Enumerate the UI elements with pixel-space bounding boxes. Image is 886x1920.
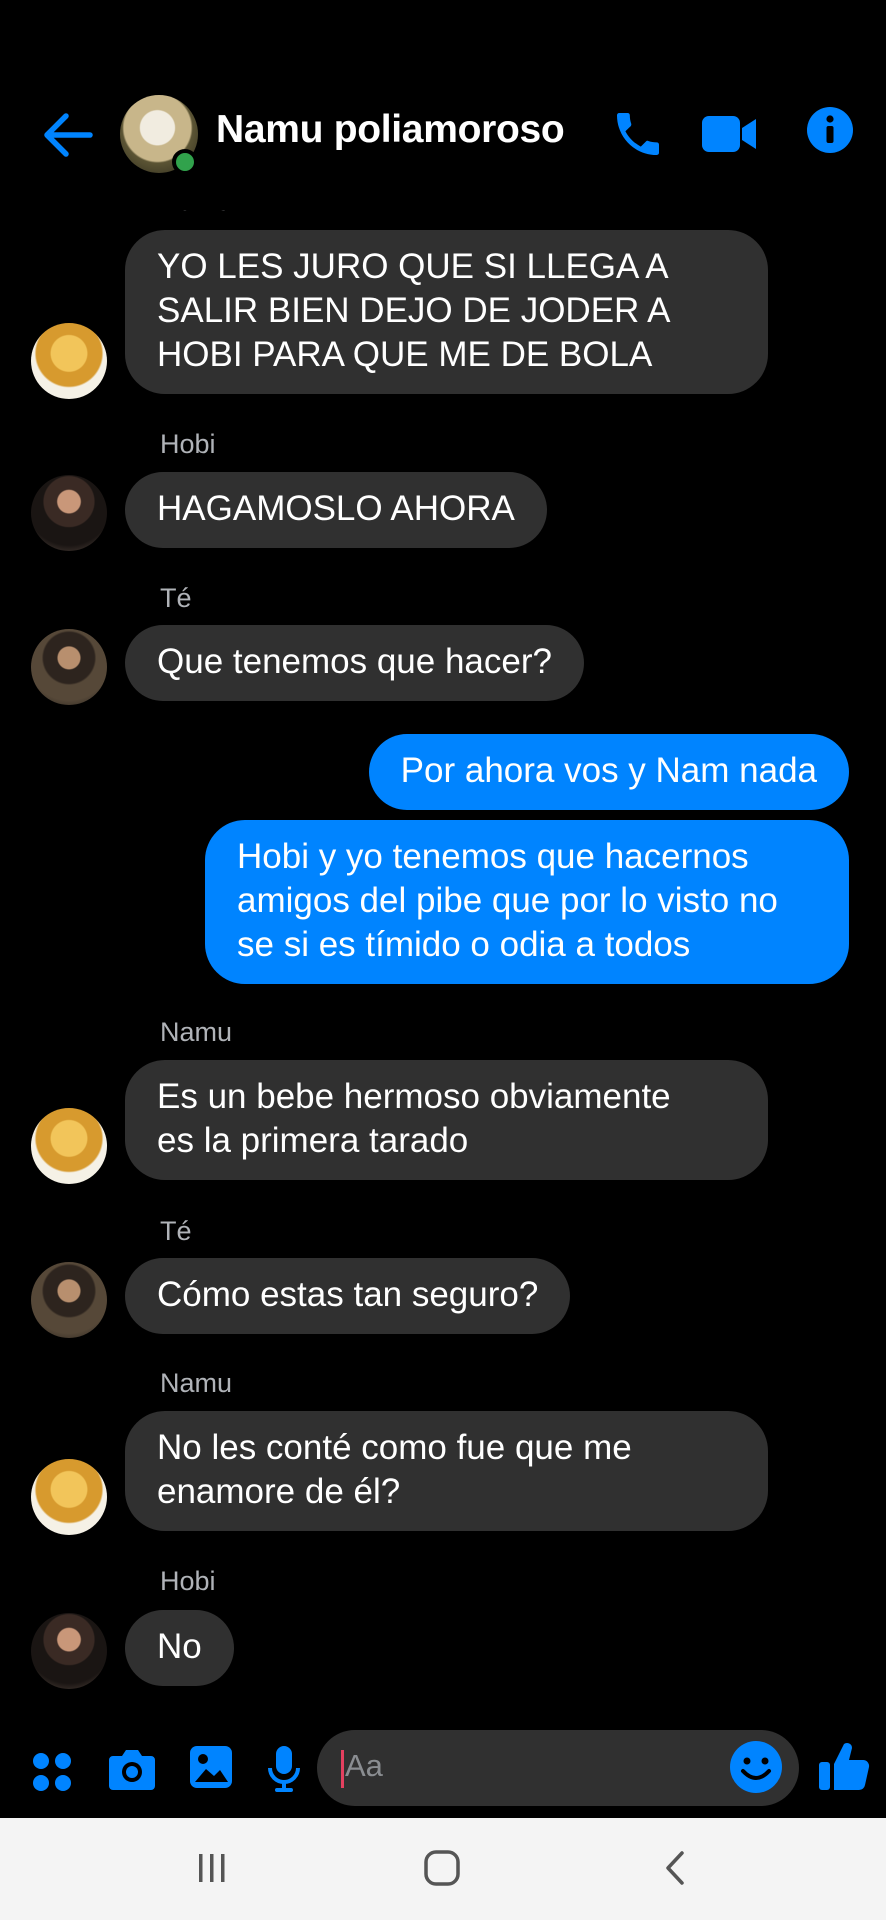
message-bubble-outgoing[interactable]: Por ahora vos y Nam nada bbox=[368, 734, 849, 810]
chat-title[interactable]: Namu poliamoroso bbox=[216, 108, 565, 152]
avatar-namu[interactable] bbox=[31, 1459, 107, 1535]
video-call-icon[interactable] bbox=[700, 110, 758, 158]
emoji-icon[interactable] bbox=[727, 1738, 785, 1801]
gallery-icon[interactable] bbox=[188, 1744, 234, 1795]
info-icon[interactable] bbox=[806, 106, 854, 154]
message-bubble-incoming[interactable]: Es un bebe hermoso obviamente es la prim… bbox=[125, 1060, 768, 1180]
sender-name: Hobi bbox=[160, 429, 216, 459]
message-input-placeholder: Aa bbox=[345, 1748, 383, 1783]
microphone-icon[interactable] bbox=[267, 1744, 301, 1799]
sender-name: Namu bbox=[160, 1368, 233, 1398]
sender-name: Té bbox=[160, 583, 192, 613]
avatar-namu[interactable] bbox=[31, 1108, 107, 1184]
message-bubble-incoming[interactable]: Cómo estas tan seguro? bbox=[125, 1258, 571, 1334]
camera-icon[interactable] bbox=[107, 1746, 157, 1797]
avatar-hobi[interactable] bbox=[31, 1613, 107, 1689]
sender-name: Namu bbox=[160, 1017, 233, 1047]
phone-call-icon[interactable] bbox=[610, 106, 666, 162]
message-bubble-incoming[interactable]: No les conté como fue que me enamore de … bbox=[125, 1411, 768, 1531]
chat-header: Namu poliamoroso bbox=[0, 0, 886, 210]
thumbs-up-icon[interactable] bbox=[816, 1738, 872, 1799]
avatar-hobi[interactable] bbox=[31, 475, 107, 551]
message-composer: Aa bbox=[0, 1720, 886, 1818]
message-bubble-outgoing[interactable]: Hobi y yo tenemos que hacernos amigos de… bbox=[205, 820, 849, 984]
message-bubble-incoming[interactable]: Que tenemos que hacer? bbox=[125, 625, 584, 701]
message-bubble-incoming[interactable]: YO LES JURO QUE SI LLEGA A SALIR BIEN DE… bbox=[125, 230, 768, 394]
back-icon[interactable] bbox=[656, 1848, 696, 1893]
recent-apps-icon[interactable] bbox=[192, 1848, 232, 1893]
sender-name: Hobi bbox=[160, 1566, 216, 1596]
apps-icon[interactable] bbox=[30, 1750, 74, 1799]
message-input[interactable]: Aa bbox=[317, 1730, 799, 1806]
system-nav-bar bbox=[0, 1818, 886, 1920]
back-arrow-icon[interactable] bbox=[40, 110, 94, 160]
online-status-indicator bbox=[172, 149, 198, 175]
message-bubble-incoming[interactable]: HAGAMOSLO AHORA bbox=[125, 472, 547, 548]
chat-thread: Namu YO LES JURO QUE SI LLEGA A SALIR BI… bbox=[0, 0, 886, 1720]
text-caret bbox=[341, 1750, 344, 1788]
sender-name: Té bbox=[160, 1216, 192, 1246]
avatar-te[interactable] bbox=[31, 1262, 107, 1338]
home-icon[interactable] bbox=[422, 1848, 462, 1893]
avatar-te[interactable] bbox=[31, 629, 107, 705]
message-bubble-incoming[interactable]: No bbox=[125, 1610, 234, 1686]
avatar-namu[interactable] bbox=[31, 323, 107, 399]
